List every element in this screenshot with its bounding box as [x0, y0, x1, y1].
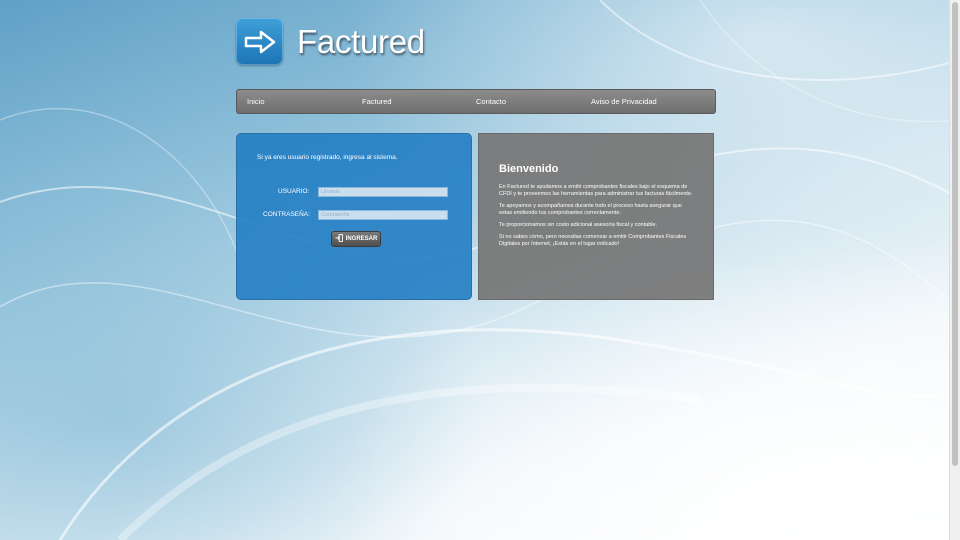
welcome-paragraph: Te proporcionamos sin costo adicional as…	[499, 222, 658, 228]
welcome-paragraph: En Factured te ayudamos a emitir comprob…	[499, 184, 693, 197]
nav-item-contacto[interactable]: Contacto	[476, 97, 506, 106]
main-navbar: Inicio Factured Contacto Aviso de Privac…	[236, 89, 716, 114]
welcome-title: Bienvenido	[499, 163, 559, 175]
user-label: USUARIO:	[278, 188, 310, 195]
brand-name: Factured	[297, 22, 425, 60]
ingresar-button[interactable]: INGRESAR	[331, 231, 381, 247]
nav-item-inicio[interactable]: Inicio	[247, 97, 265, 106]
vertical-scrollbar[interactable]	[949, 0, 960, 540]
nav-item-factured[interactable]: Factured	[362, 97, 392, 106]
nav-item-aviso-privacidad[interactable]: Aviso de Privacidad	[591, 97, 657, 106]
ingresar-label: INGRESAR	[345, 236, 378, 242]
welcome-body: En Factured te ayudamos a emitir comprob…	[499, 184, 694, 253]
welcome-paragraph: Si no sabes cómo, pero necesitas comenza…	[499, 234, 687, 247]
arrow-right-icon	[236, 18, 283, 65]
background-swirl	[0, 0, 950, 540]
brand-logo[interactable]: Factured	[236, 18, 425, 65]
welcome-panel: Bienvenido En Factured te ayudamos a emi…	[478, 133, 714, 300]
password-label: CONTRASEÑA:	[263, 211, 310, 218]
scrollbar-thumb[interactable]	[952, 2, 958, 466]
login-icon	[335, 234, 343, 244]
login-panel: Si ya eres usuario registrado, ingresa a…	[236, 133, 472, 300]
welcome-paragraph: Te apoyamos y acompañamos durante todo e…	[499, 203, 682, 216]
login-message: Si ya eres usuario registrado, ingresa a…	[257, 154, 398, 161]
user-input[interactable]	[318, 187, 448, 197]
password-input[interactable]	[318, 210, 448, 220]
